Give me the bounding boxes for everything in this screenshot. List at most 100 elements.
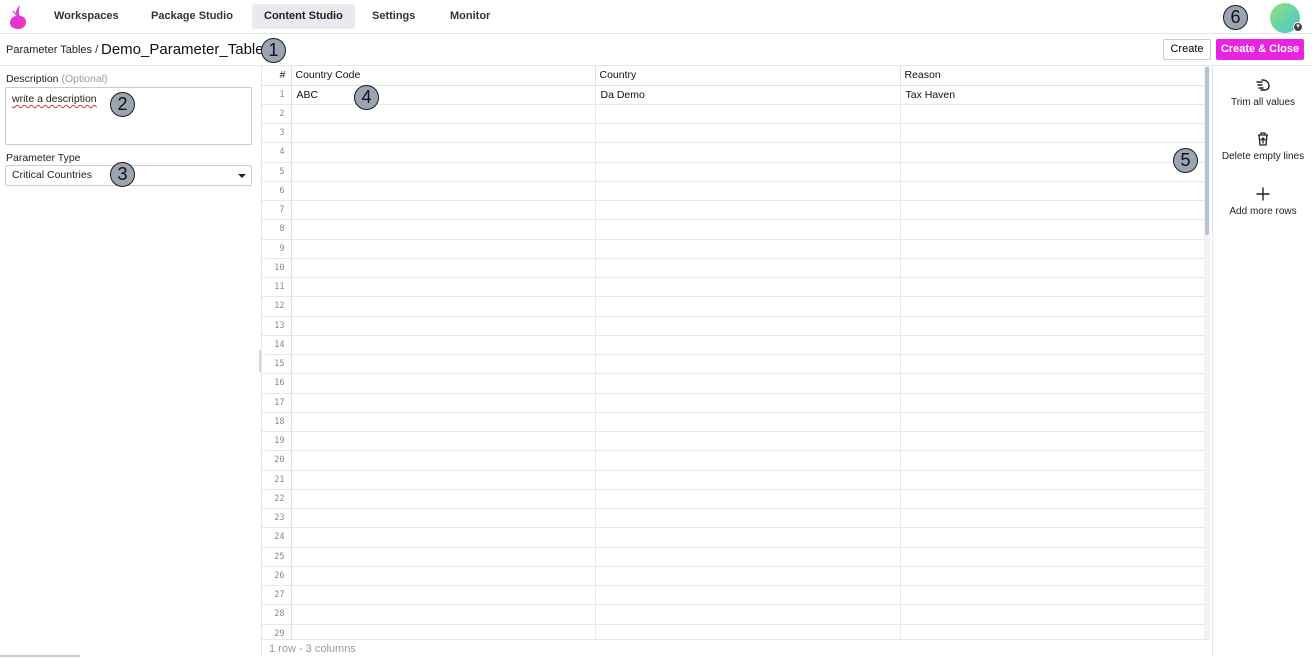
- cell-country[interactable]: [595, 123, 901, 144]
- cell-country-code[interactable]: [291, 239, 596, 259]
- cell-country[interactable]: [595, 258, 901, 279]
- cell-country-code[interactable]: [291, 316, 596, 336]
- cell-country-code[interactable]: [291, 200, 596, 221]
- cell-reason[interactable]: [900, 470, 1207, 490]
- nav-monitor[interactable]: Monitor: [438, 4, 502, 29]
- nav-package-studio[interactable]: Package Studio: [139, 4, 245, 29]
- table-row[interactable]: 22: [262, 489, 1207, 510]
- cell-country[interactable]: [595, 431, 901, 452]
- table-row[interactable]: 6: [262, 181, 1207, 202]
- cell-country[interactable]: [595, 585, 901, 606]
- table-row[interactable]: 19: [262, 431, 1207, 452]
- table-row[interactable]: 11: [262, 277, 1207, 298]
- create-and-close-button[interactable]: Create & Close: [1216, 39, 1304, 60]
- table-row[interactable]: 16: [262, 373, 1207, 394]
- table-row[interactable]: 3: [262, 123, 1207, 144]
- cell-country[interactable]: Da Demo: [595, 85, 901, 105]
- cell-reason[interactable]: [900, 239, 1207, 259]
- delete-empty-lines-button[interactable]: Delete empty lines: [1213, 131, 1312, 162]
- cell-reason[interactable]: [900, 277, 1207, 298]
- cell-country[interactable]: [595, 335, 901, 356]
- table-row[interactable]: 28: [262, 604, 1207, 625]
- cell-reason[interactable]: [900, 373, 1207, 394]
- cell-country-code[interactable]: [291, 181, 596, 202]
- cell-reason[interactable]: [900, 547, 1207, 567]
- cell-country[interactable]: [595, 393, 901, 413]
- table-row[interactable]: 18: [262, 412, 1207, 433]
- cell-country[interactable]: [595, 527, 901, 548]
- cell-reason[interactable]: [900, 258, 1207, 279]
- cell-country[interactable]: [595, 566, 901, 587]
- table-row[interactable]: 12: [262, 296, 1207, 317]
- cell-reason[interactable]: [900, 181, 1207, 202]
- scrollbar-thumb[interactable]: [1205, 67, 1209, 235]
- cell-country-code[interactable]: [291, 431, 596, 452]
- table-row[interactable]: 7: [262, 200, 1207, 221]
- cell-country[interactable]: [595, 239, 901, 259]
- table-row[interactable]: 21: [262, 470, 1207, 490]
- cell-country-code[interactable]: [291, 354, 596, 375]
- cell-reason[interactable]: [900, 142, 1207, 163]
- cell-country-code[interactable]: [291, 373, 596, 394]
- cell-reason[interactable]: [900, 585, 1207, 606]
- cell-country[interactable]: [595, 604, 901, 625]
- cell-country-code[interactable]: [291, 335, 596, 356]
- table-row[interactable]: 27: [262, 585, 1207, 606]
- cell-reason[interactable]: [900, 296, 1207, 317]
- table-row[interactable]: 25: [262, 547, 1207, 567]
- cell-country[interactable]: [595, 142, 901, 163]
- cell-reason[interactable]: [900, 412, 1207, 433]
- table-row[interactable]: 23: [262, 508, 1207, 529]
- cell-country[interactable]: [595, 162, 901, 182]
- cell-country-code[interactable]: [291, 508, 596, 529]
- table-row[interactable]: 26: [262, 566, 1207, 587]
- cell-country-code[interactable]: [291, 412, 596, 433]
- cell-country[interactable]: [595, 219, 901, 240]
- nav-content-studio[interactable]: Content Studio: [252, 4, 355, 29]
- cell-country-code[interactable]: [291, 470, 596, 490]
- cell-country[interactable]: [595, 412, 901, 433]
- column-header-reason[interactable]: Reason: [900, 66, 1207, 86]
- table-row[interactable]: 24: [262, 527, 1207, 548]
- table-row[interactable]: 17: [262, 393, 1207, 413]
- cell-country-code[interactable]: [291, 258, 596, 279]
- table-row[interactable]: 4: [262, 142, 1207, 163]
- cell-country-code[interactable]: [291, 547, 596, 567]
- table-row[interactable]: 1 ABC Da Demo Tax Haven: [262, 85, 1207, 105]
- cell-reason[interactable]: [900, 393, 1207, 413]
- cell-reason[interactable]: [900, 104, 1207, 125]
- column-header-country-code[interactable]: Country Code: [291, 66, 596, 86]
- cell-country-code[interactable]: [291, 142, 596, 163]
- cell-country[interactable]: [595, 450, 901, 471]
- cell-country[interactable]: [595, 489, 901, 510]
- add-more-rows-button[interactable]: Add more rows: [1213, 186, 1312, 217]
- cell-country-code[interactable]: [291, 277, 596, 298]
- table-row[interactable]: 14: [262, 335, 1207, 356]
- cell-country[interactable]: [595, 508, 901, 529]
- table-row[interactable]: 15: [262, 354, 1207, 375]
- cell-country[interactable]: [595, 316, 901, 336]
- cell-country-code[interactable]: [291, 527, 596, 548]
- cell-country[interactable]: [595, 373, 901, 394]
- cell-reason[interactable]: [900, 508, 1207, 529]
- cell-reason[interactable]: [900, 123, 1207, 144]
- cell-country-code[interactable]: [291, 123, 596, 144]
- chevron-down-icon[interactable]: ▾: [1293, 22, 1303, 32]
- nav-settings[interactable]: Settings: [360, 4, 427, 29]
- cell-reason[interactable]: [900, 566, 1207, 587]
- table-row[interactable]: 9: [262, 239, 1207, 259]
- cell-country[interactable]: [595, 200, 901, 221]
- cell-country-code[interactable]: [291, 296, 596, 317]
- table-row[interactable]: 13: [262, 316, 1207, 336]
- cell-country-code[interactable]: [291, 604, 596, 625]
- cell-country-code[interactable]: [291, 489, 596, 510]
- cell-country-code[interactable]: ABC: [291, 85, 596, 105]
- create-button[interactable]: Create: [1163, 39, 1211, 60]
- cell-country-code[interactable]: [291, 566, 596, 587]
- cell-reason[interactable]: [900, 527, 1207, 548]
- cell-country[interactable]: [595, 470, 901, 490]
- cell-reason[interactable]: [900, 219, 1207, 240]
- table-row[interactable]: 5: [262, 162, 1207, 182]
- table-row[interactable]: 2: [262, 104, 1207, 125]
- cell-reason[interactable]: [900, 354, 1207, 375]
